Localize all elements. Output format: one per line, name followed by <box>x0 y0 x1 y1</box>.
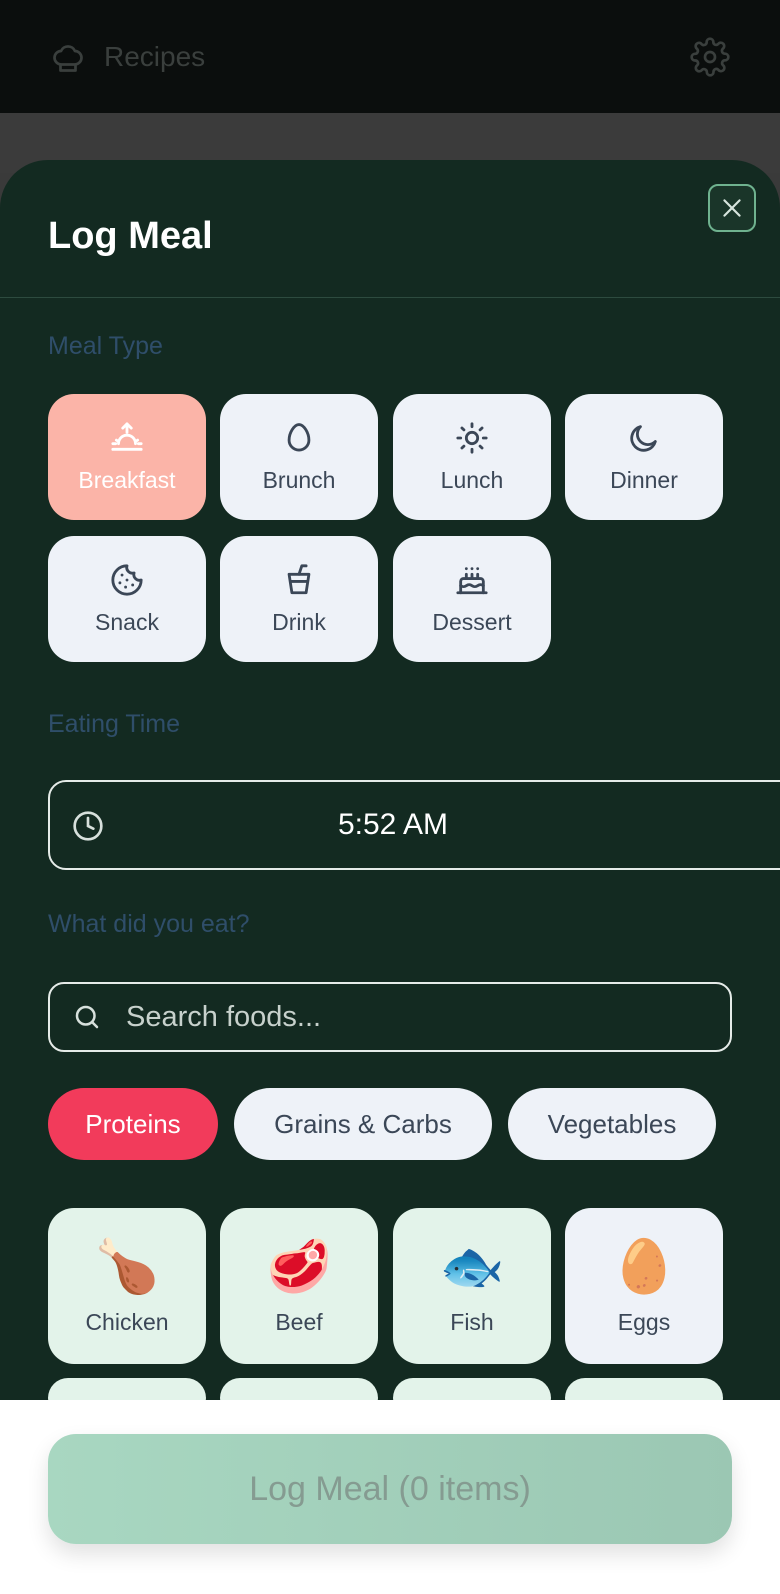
close-icon <box>723 199 741 217</box>
food-item-beef[interactable]: 🥩 Beef <box>220 1208 378 1364</box>
app-bar: Recipes <box>0 0 780 113</box>
category-chip-proteins[interactable]: Proteins <box>48 1088 218 1160</box>
meal-type-label-text: Dessert <box>432 608 512 635</box>
sun-icon <box>456 421 488 454</box>
cookie-icon <box>111 563 143 596</box>
chicken-leg-icon: 🍗 <box>94 1237 160 1296</box>
meal-type-dessert[interactable]: Dessert <box>393 536 551 662</box>
meal-type-drink[interactable]: Drink <box>220 536 378 662</box>
egg-icon: 🥚 <box>611 1237 677 1296</box>
search-input[interactable] <box>126 1000 686 1034</box>
category-chip-vegetables[interactable]: Vegetables <box>508 1088 716 1160</box>
chef-hat-icon <box>53 44 83 72</box>
eating-time-label: Eating Time <box>48 710 181 738</box>
food-item-chicken[interactable]: 🍗 Chicken <box>48 1208 206 1364</box>
settings-button[interactable] <box>690 36 730 77</box>
what-did-you-eat-label: What did you eat? <box>48 910 250 938</box>
gear-icon <box>690 36 730 77</box>
log-meal-sheet: Log Meal Meal Type Breakfast Brunch Lunc… <box>0 160 780 1410</box>
category-chip-grains-carbs[interactable]: Grains & Carbs <box>234 1088 492 1160</box>
eating-time-picker[interactable]: 5:52 AM <box>48 780 780 870</box>
clock-icon <box>73 811 103 841</box>
food-search-field[interactable] <box>48 982 732 1052</box>
food-item-label: Beef <box>275 1308 323 1335</box>
sheet-header: Log Meal <box>0 160 780 298</box>
food-item-label: Chicken <box>85 1308 169 1335</box>
meal-type-label-text: Dinner <box>610 466 678 493</box>
meal-type-lunch[interactable]: Lunch <box>393 394 551 520</box>
meal-type-label-text: Snack <box>95 608 159 635</box>
fish-icon: 🐟 <box>439 1237 505 1296</box>
app-title: Recipes <box>104 40 206 72</box>
meal-type-dinner[interactable]: Dinner <box>565 394 723 520</box>
egg-icon <box>287 422 311 451</box>
meal-type-label-text: Brunch <box>262 466 336 493</box>
meal-type-label-text: Drink <box>272 608 326 635</box>
moon-icon <box>630 424 657 452</box>
food-item-label: Fish <box>450 1308 494 1335</box>
meal-type-label-text: Lunch <box>440 466 504 493</box>
meal-type-snack[interactable]: Snack <box>48 536 206 662</box>
sheet-title: Log Meal <box>48 215 213 257</box>
log-meal-button[interactable]: Log Meal (0 items) <box>48 1434 732 1544</box>
food-item-fish[interactable]: 🐟 Fish <box>393 1208 551 1364</box>
app-brand: Recipes <box>50 39 205 75</box>
sunrise-icon <box>111 421 143 451</box>
cup-icon <box>287 563 311 594</box>
meal-type-label-text: Breakfast <box>78 466 176 493</box>
steak-icon: 🥩 <box>266 1237 332 1296</box>
meal-type-label: Meal Type <box>48 332 163 360</box>
eating-time-value: 5:52 AM <box>337 808 449 841</box>
close-button[interactable] <box>708 184 756 232</box>
food-item-eggs[interactable]: 🥚 Eggs <box>565 1208 723 1364</box>
search-icon <box>75 1005 99 1029</box>
meal-type-brunch[interactable]: Brunch <box>220 394 378 520</box>
cake-icon <box>456 566 488 594</box>
bottom-action-bar: Log Meal (0 items) <box>0 1400 780 1594</box>
food-item-label: Eggs <box>617 1308 671 1335</box>
meal-type-breakfast[interactable]: Breakfast <box>48 394 206 520</box>
